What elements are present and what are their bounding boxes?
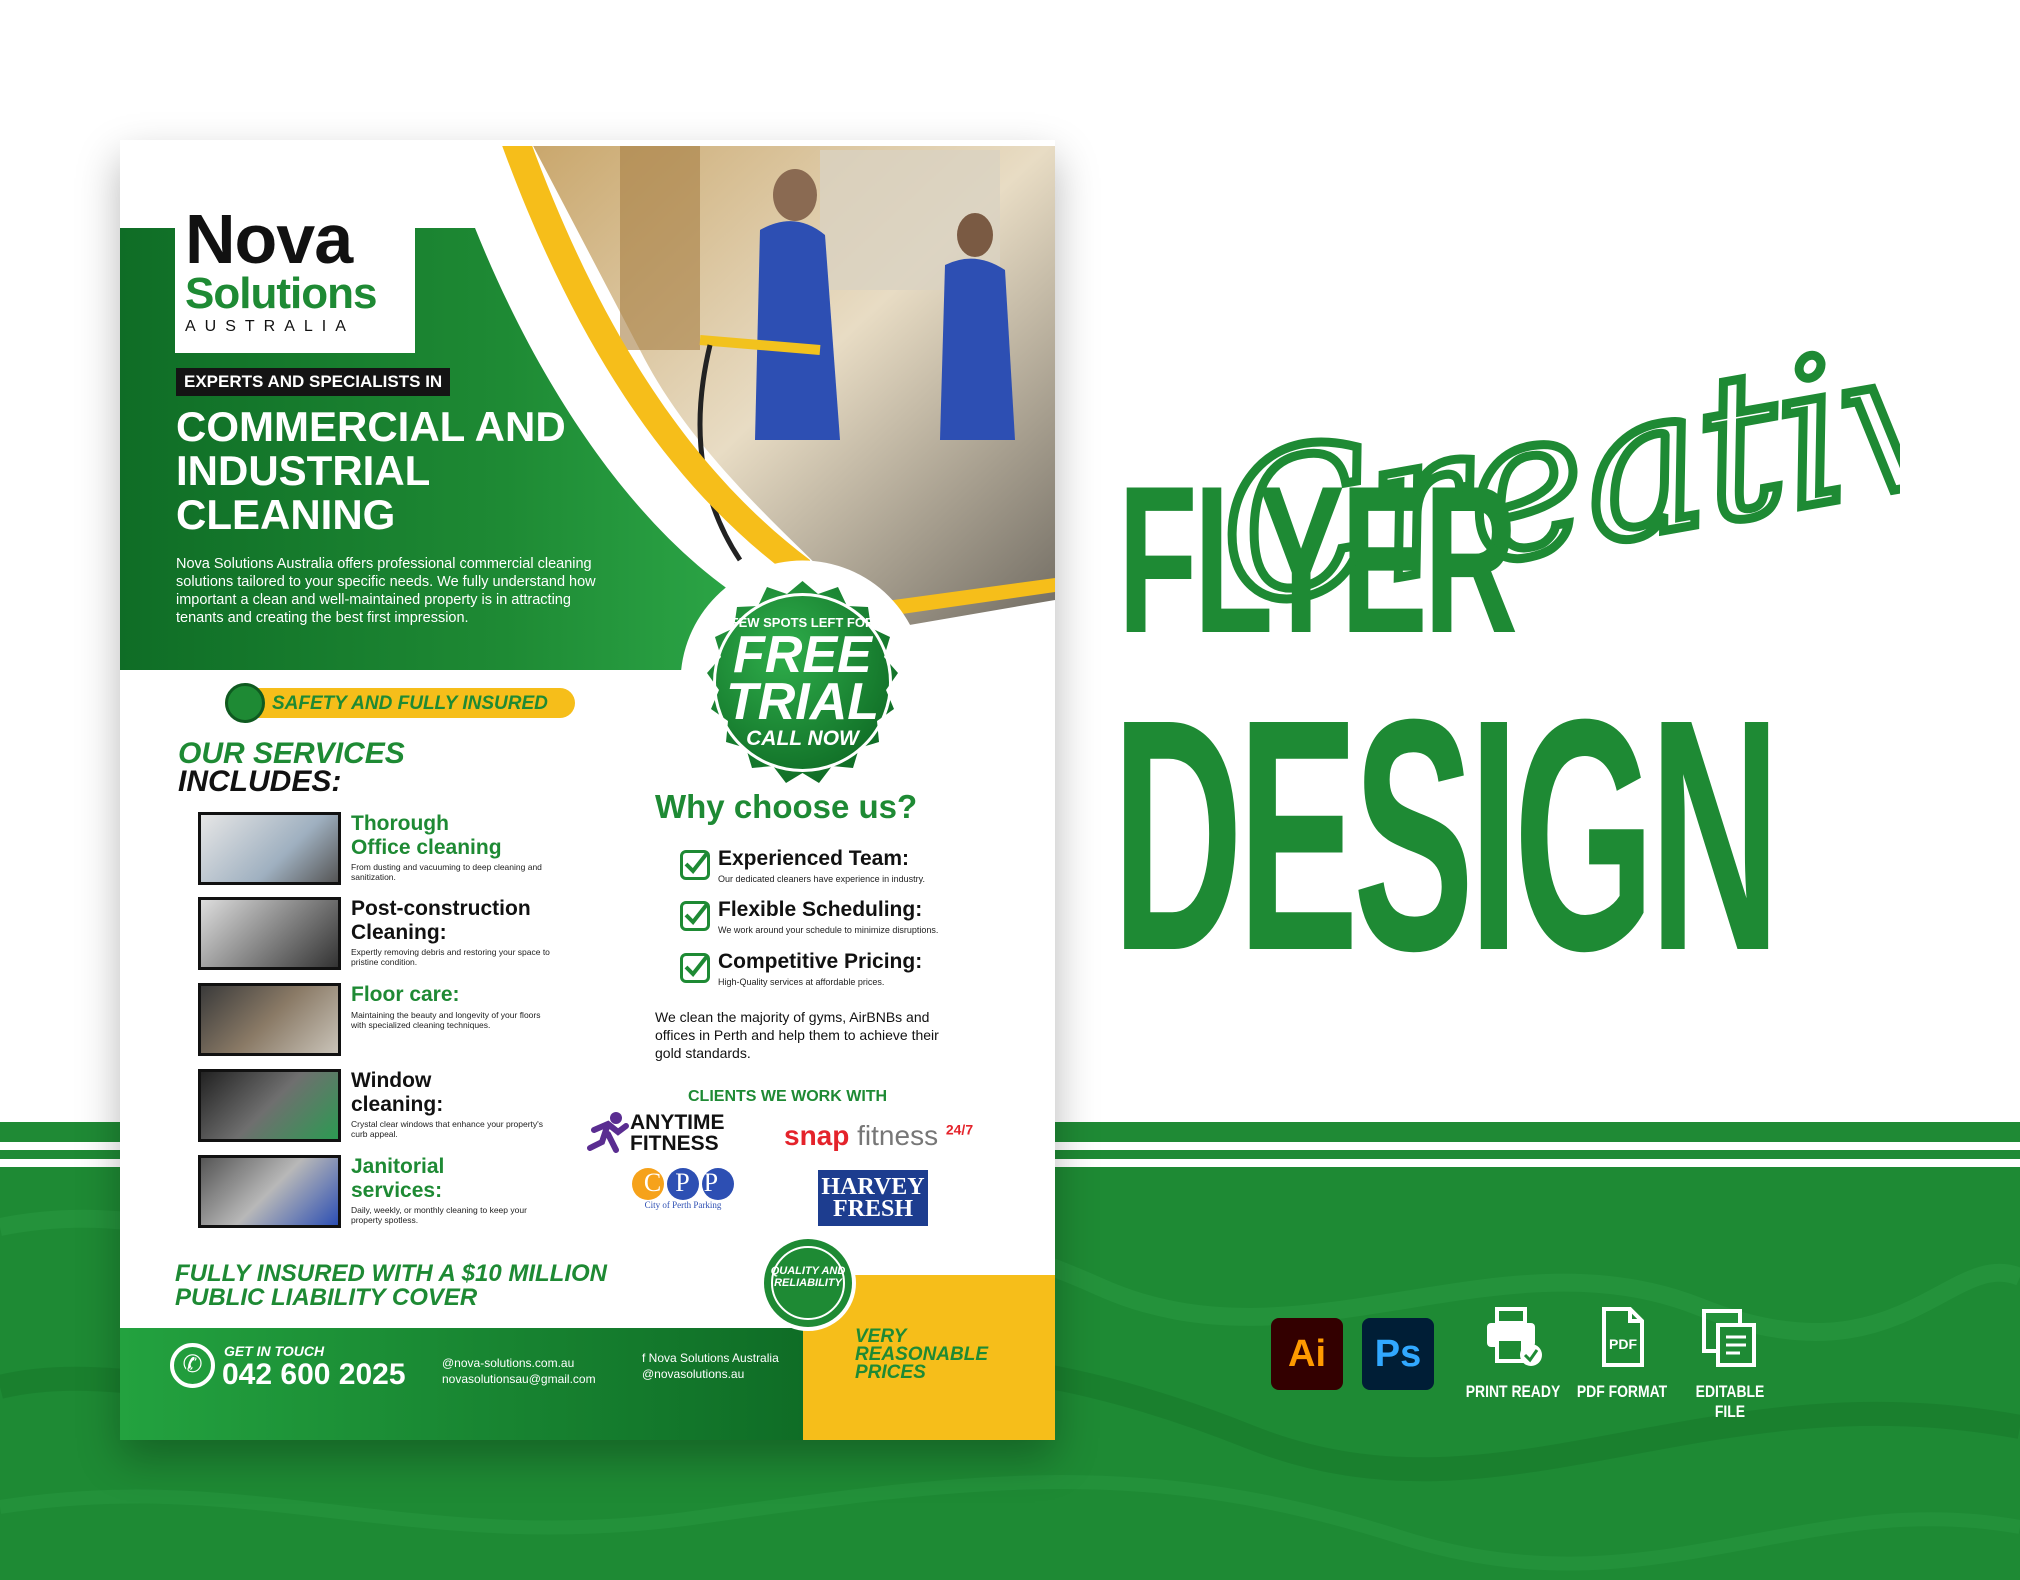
badge-trial-text: TRIAL [725,673,880,731]
snap-fitness-logo: snap fitness 24/7 [784,1120,973,1152]
editable-file-icon [1702,1309,1756,1367]
badge-call-text: CALL NOW [746,727,859,750]
free-trial-badge: FEW SPOTS LEFT FOR FREE TRIAL CALL NOW [675,555,930,810]
service-item: Post-construction Cleaning: Expertly rem… [198,897,638,977]
service-desc: From dusting and vacuuming to deep clean… [351,862,542,882]
brand-name-secondary: Solutions [185,269,377,318]
snap-247-text: 24/7 [945,1121,974,1138]
feature-label: PDF FORMAT [1576,1382,1668,1401]
pdf-file-icon: PDF [1602,1307,1644,1367]
services-title-line1: OUR SERVICES [178,737,405,770]
email-text: novasolutionsau@gmail.com [442,1372,596,1386]
reason-title: Experienced Team: [718,847,910,870]
cpp-subtitle: City of Perth Parking [644,1200,722,1210]
service-name: Post-construction [351,897,531,920]
promo-word-design: DESIGN [1112,650,1780,1019]
brand-logo: Nova Solutions AUSTRALIA [175,198,415,353]
safety-text: SAFETY AND FULLY INSURED [272,693,548,714]
reason-desc: High-Quality services at affordable pric… [718,977,885,987]
service-desc: Maintaining the beauty and longevity of … [351,1010,541,1030]
service-photo-floor [198,983,341,1056]
service-item: Floor care: Maintaining the beauty and l… [198,983,638,1063]
website-text: @nova-solutions.com.au [442,1356,575,1370]
illustrator-icon: Ai [1271,1318,1343,1390]
brand-name: Nova [185,200,353,278]
reason-item: Competitive Pricing: High-Quality servic… [680,950,1010,1000]
service-name-cont: services: [351,1179,443,1202]
feature-pdf-format: PDF PDF FORMAT [1562,1305,1682,1402]
feature-print-ready: PRINT READY [1453,1305,1573,1402]
headline: COMMERCIAL AND INDUSTRIAL CLEANING [176,403,566,538]
intro-text: Nova Solutions Australia offers professi… [176,556,596,626]
prices-text: VERY REASONABLE PRICES [855,1326,989,1383]
why-title: Why choose us? [655,788,918,825]
tagline: EXPERTS AND SPECIALISTS IN [176,368,451,396]
facebook-text: f Nova Solutions Australia [642,1351,779,1365]
reason-desc: Our dedicated cleaners have experience i… [718,874,925,884]
service-photo-janitorial [198,1155,341,1228]
service-desc: Daily, weekly, or monthly cleaning to ke… [351,1205,527,1225]
check-icon [680,850,710,880]
service-photo-construction [198,897,341,970]
reason-title: Flexible Scheduling: [718,898,923,921]
service-name: Thorough [351,812,449,835]
service-item: Janitorial services: Daily, weekly, or m… [198,1155,638,1235]
service-item: Window cleaning: Crystal clear windows t… [198,1069,638,1149]
service-name-cont: Office cleaning [351,836,502,859]
service-photo-window [198,1069,341,1142]
services-title-line2: INCLUDES: [178,765,342,798]
reason-item: Flexible Scheduling: We work around your… [680,898,1010,948]
insured-line1: FULLY INSURED WITH A $10 MILLION [175,1260,608,1287]
printer-icon [1487,1307,1542,1366]
snap-text: snap [784,1120,850,1151]
insured-text: FULLY INSURED WITH A $10 MILLION PUBLIC … [175,1262,607,1310]
quality-badge: QUALITY AND RELIABILITY [758,1233,858,1333]
fitness-text: FITNESS [630,1132,719,1155]
phone-number: 042 600 2025 [222,1358,406,1391]
anytime-fitness-logo: ANYTIME FITNESS [586,1110,736,1160]
running-man-icon [587,1112,629,1153]
flyer: Nova Solutions AUSTRALIA EXPERTS AND SPE… [120,140,1055,1440]
phone-icon: ✆ [170,1343,215,1388]
service-name: Window [351,1069,432,1092]
promo-script-word: Creative [1200,300,1900,630]
reason-item: Experienced Team: Our dedicated cleaners… [680,847,1010,897]
creative-script-text: Creative [1202,300,1900,630]
blurb-text: We clean the majority of gyms, AirBNBs a… [655,1009,939,1061]
reason-desc: We work around your schedule to minimize… [718,925,939,935]
cpp-text: CPP [643,1168,733,1197]
instagram-text: @novasolutions.au [642,1367,745,1381]
service-name: Floor care: [351,983,460,1006]
photoshop-icon: Ps [1362,1318,1434,1390]
anytime-text: ANYTIME [630,1111,725,1134]
safety-icon [225,683,265,723]
quality-text: QUALITY AND RELIABILITY [770,1265,846,1289]
check-icon [680,953,710,983]
clients-title: CLIENTS WE WORK WITH [688,1088,888,1105]
check-icon [680,901,710,931]
feature-label: EDITABLE FILE [1695,1382,1765,1421]
feature-editable-file: EDITABLE FILE [1670,1305,1790,1422]
cpp-logo: CPP City of Perth Parking [628,1168,738,1228]
service-item: Thorough Office cleaning From dusting an… [198,812,638,892]
service-photo-office [198,812,341,885]
reason-title: Competitive Pricing: [718,950,923,973]
snap-fitness-text: fitness [857,1120,939,1151]
get-in-touch-label: GET IN TOUCH [224,1343,325,1359]
service-desc: Expertly removing debris and restoring y… [351,947,550,967]
service-name-cont: Cleaning: [351,921,447,944]
svg-text:PDF: PDF [1609,1336,1637,1352]
insured-line2: PUBLIC LIABILITY COVER [175,1284,478,1311]
feature-label: PRINT READY [1465,1382,1561,1401]
harvey-fresh-logo: HARVEY FRESH [818,1170,928,1226]
brand-country: AUSTRALIA [185,318,355,335]
service-desc: Crystal clear windows that enhance your … [351,1119,544,1139]
services-title: OUR SERVICES INCLUDES: [178,737,405,798]
